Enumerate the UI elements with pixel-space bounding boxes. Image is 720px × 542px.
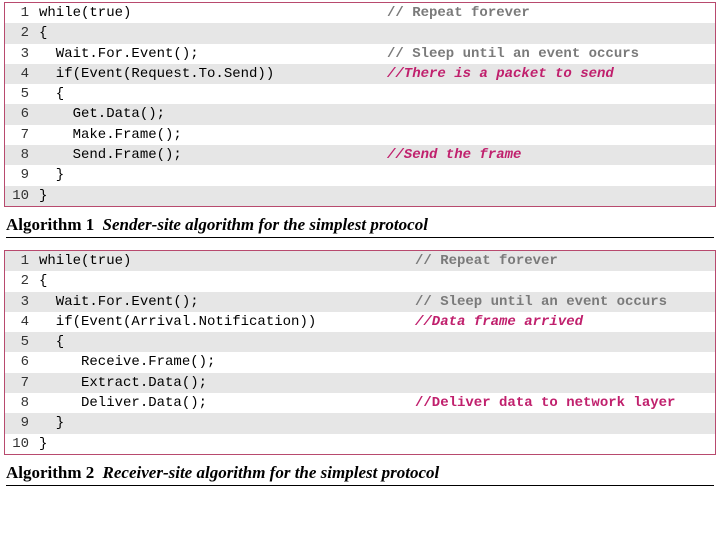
code-comment: // Sleep until an event occurs [381, 44, 639, 64]
code-text: { [39, 332, 715, 352]
code-comment: // Sleep until an event occurs [409, 292, 667, 312]
caption-2-desc: Receiver-site algorithm for the simplest… [103, 463, 440, 482]
line-number: 1 [5, 251, 39, 271]
line-number: 9 [5, 165, 39, 185]
code-text: while(true) [39, 251, 715, 271]
code-line: 4 if(Event(Arrival.Notification))//Data … [5, 312, 715, 332]
code-text: } [39, 413, 715, 433]
line-number: 4 [5, 64, 39, 84]
code-line: 2{ [5, 23, 715, 43]
code-text: Receive.Frame(); [39, 352, 715, 372]
code-text: { [39, 84, 715, 104]
code-line: 6 Get.Data(); [5, 104, 715, 124]
line-number: 10 [5, 434, 39, 454]
line-number: 1 [5, 3, 39, 23]
line-number: 6 [5, 104, 39, 124]
code-line: 9 } [5, 413, 715, 433]
code-line: 4 if(Event(Request.To.Send))//There is a… [5, 64, 715, 84]
line-number: 6 [5, 352, 39, 372]
code-block-receiver: 1while(true)// Repeat forever2{3 Wait.Fo… [4, 250, 716, 455]
code-comment: //There is a packet to send [381, 64, 614, 84]
code-block-sender: 1while(true)// Repeat forever2{3 Wait.Fo… [4, 2, 716, 207]
caption-1-desc: Sender-site algorithm for the simplest p… [103, 215, 428, 234]
code-line: 1while(true)// Repeat forever [5, 251, 715, 271]
code-line: 5 { [5, 84, 715, 104]
code-line: 10} [5, 434, 715, 454]
code-line: 8 Deliver.Data();//Deliver data to netwo… [5, 393, 715, 413]
code-text: Make.Frame(); [39, 125, 715, 145]
code-line: 8 Send.Frame();//Send the frame [5, 145, 715, 165]
code-line: 7 Make.Frame(); [5, 125, 715, 145]
line-number: 3 [5, 44, 39, 64]
line-number: 2 [5, 271, 39, 291]
line-number: 8 [5, 145, 39, 165]
code-text: } [39, 186, 715, 206]
code-text: { [39, 23, 715, 43]
code-text: } [39, 165, 715, 185]
line-number: 5 [5, 84, 39, 104]
code-line: 5 { [5, 332, 715, 352]
line-number: 7 [5, 373, 39, 393]
line-number: 4 [5, 312, 39, 332]
code-text: Send.Frame(); [39, 145, 715, 165]
line-number: 2 [5, 23, 39, 43]
line-number: 3 [5, 292, 39, 312]
code-comment: // Repeat forever [409, 251, 558, 271]
line-number: 8 [5, 393, 39, 413]
code-text: Extract.Data(); [39, 373, 715, 393]
code-text: if(Event(Arrival.Notification)) [39, 312, 715, 332]
caption-1-label: Algorithm 1 [6, 215, 94, 234]
code-line: 6 Receive.Frame(); [5, 352, 715, 372]
caption-algorithm-1: Algorithm 1 Sender-site algorithm for th… [6, 215, 714, 238]
line-number: 9 [5, 413, 39, 433]
code-line: 2{ [5, 271, 715, 291]
line-number: 5 [5, 332, 39, 352]
code-comment: //Send the frame [381, 145, 521, 165]
code-comment: // Repeat forever [381, 3, 530, 23]
caption-algorithm-2: Algorithm 2 Receiver-site algorithm for … [6, 463, 714, 486]
caption-2-label: Algorithm 2 [6, 463, 94, 482]
code-text: } [39, 434, 715, 454]
line-number: 10 [5, 186, 39, 206]
code-line: 9 } [5, 165, 715, 185]
code-text: Get.Data(); [39, 104, 715, 124]
code-line: 3 Wait.For.Event();// Sleep until an eve… [5, 44, 715, 64]
code-text: while(true) [39, 3, 715, 23]
code-comment: //Deliver data to network layer [409, 393, 675, 413]
code-line: 1while(true)// Repeat forever [5, 3, 715, 23]
code-comment: //Data frame arrived [409, 312, 583, 332]
code-line: 10} [5, 186, 715, 206]
code-line: 3 Wait.For.Event();// Sleep until an eve… [5, 292, 715, 312]
line-number: 7 [5, 125, 39, 145]
code-text: { [39, 271, 715, 291]
code-line: 7 Extract.Data(); [5, 373, 715, 393]
